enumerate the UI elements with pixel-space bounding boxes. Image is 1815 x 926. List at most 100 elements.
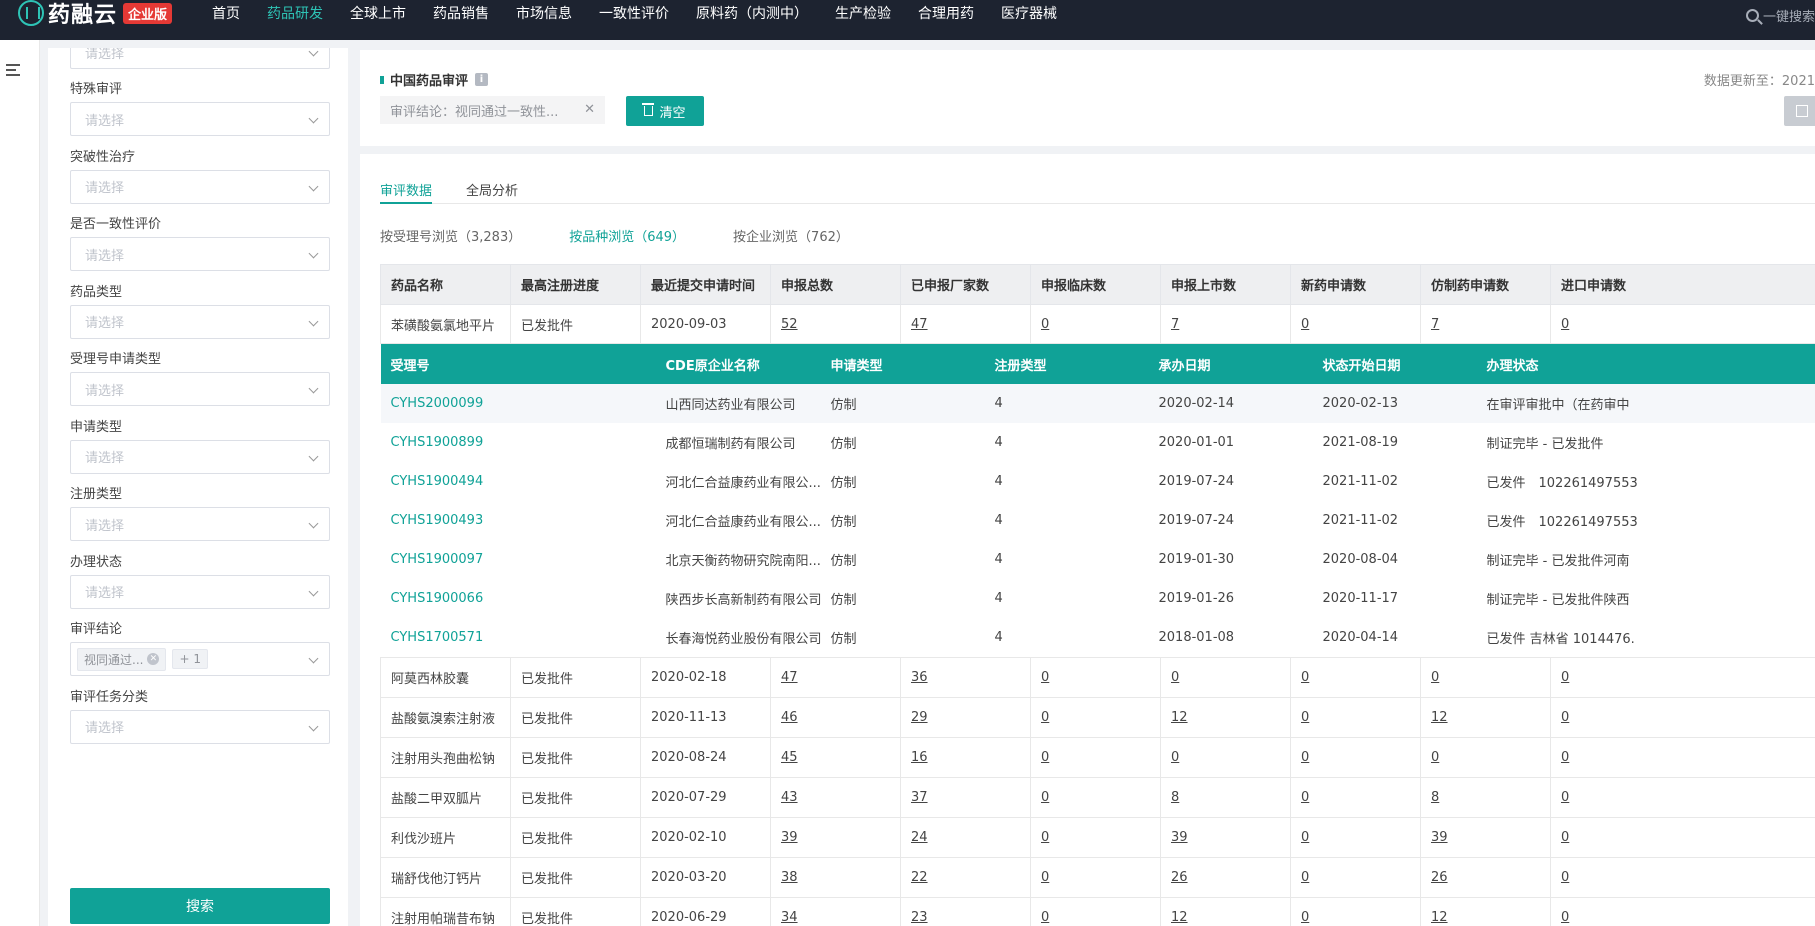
count-link[interactable]: 0 (1561, 830, 1569, 845)
count-link[interactable]: 0 (1301, 670, 1309, 685)
brand-logo[interactable]: 药融云 企业版 (18, 0, 173, 33)
filter-select[interactable]: 请选择 (70, 439, 330, 474)
remove-tag-icon[interactable]: ✕ (147, 653, 160, 665)
count-link[interactable]: 47 (781, 670, 798, 685)
count-link[interactable]: 36 (911, 670, 928, 685)
count-link[interactable]: 0 (1561, 790, 1569, 805)
count-link[interactable]: 45 (781, 750, 798, 765)
filter-select[interactable]: 视同通过... ✕ + 1 (70, 642, 330, 676)
column-header[interactable]: 新药申请数 (1290, 264, 1421, 305)
count-link[interactable]: 16 (911, 750, 928, 765)
filter-select[interactable]: 请选择 (70, 169, 330, 204)
count-link[interactable]: 37 (911, 790, 928, 805)
count-link[interactable]: 0 (1041, 870, 1049, 885)
count-link[interactable]: 0 (1041, 910, 1049, 925)
count-link[interactable]: 39 (1431, 830, 1448, 845)
tab[interactable]: 全局分析 (466, 180, 518, 204)
count-link[interactable]: 0 (1561, 750, 1569, 765)
count-link[interactable]: 23 (911, 910, 928, 925)
column-header[interactable]: 已申报厂家数 (900, 264, 1031, 305)
count-link[interactable]: 0 (1431, 670, 1439, 685)
count-link[interactable]: 12 (1431, 710, 1448, 725)
global-search[interactable]: 一键搜索 (1745, 6, 1815, 25)
browse-mode-tab[interactable]: 按品种浏览（649） (569, 226, 685, 245)
count-link[interactable]: 46 (781, 710, 798, 725)
tab[interactable]: 审评数据 (380, 180, 433, 204)
search-button[interactable]: 搜索 (70, 888, 330, 924)
table-row[interactable]: 利伐沙班片 已发批件 2020-02-10 39 24 0 39 0 39 0 (380, 817, 1815, 858)
table-row[interactable]: 注射用头孢曲松钠 已发批件 2020-08-24 45 16 0 0 0 0 0 (380, 737, 1815, 778)
count-link[interactable]: 0 (1301, 790, 1309, 805)
nav-item[interactable]: 一致性评价 (599, 3, 669, 23)
detail-row[interactable]: CYHS1700571 长春海悦药业股份有限公司 仿制 4 2018-01-08 2020… (380, 618, 1815, 657)
count-link[interactable]: 0 (1431, 750, 1439, 765)
count-link[interactable]: 29 (911, 710, 928, 725)
count-link[interactable]: 34 (781, 910, 798, 925)
count-link[interactable]: 22 (911, 870, 928, 885)
count-link[interactable]: 0 (1041, 317, 1049, 332)
table-row[interactable]: 阿莫西林胶囊 已发批件 2020-02-18 47 36 0 0 0 0 0 (380, 657, 1815, 698)
count-link[interactable]: 0 (1301, 870, 1309, 885)
table-row[interactable]: 注射用帕瑞昔布钠 已发批件 2020-06-29 34 23 0 12 0 12 0 (380, 897, 1815, 926)
column-header[interactable]: 申报总数 (770, 264, 901, 305)
column-header[interactable]: 进口申请数 (1550, 264, 1815, 305)
table-row[interactable]: 苯磺酸氨氯地平片 已发批件 2020-09-03 52 47 0 7 0 7 0 (380, 304, 1815, 344)
detail-row[interactable]: CYHS1900494 河北仁合益康药业有限公... 仿制 4 2019-07-24 20… (380, 462, 1815, 501)
acceptance-number-link[interactable]: CYHS1900097 (380, 540, 656, 579)
count-link[interactable]: 26 (1171, 870, 1188, 885)
column-header[interactable]: 最近提交申请时间 (640, 264, 771, 305)
count-link[interactable]: 0 (1041, 790, 1049, 805)
table-row[interactable]: 瑞舒伐他汀钙片 已发批件 2020-03-20 38 22 0 26 0 26 0 (380, 857, 1815, 898)
acceptance-number-link[interactable]: CYHS1900899 (380, 423, 656, 462)
acceptance-number-link[interactable]: CYHS1900493 (380, 501, 656, 540)
nav-item[interactable]: 生产检验 (835, 3, 891, 23)
column-header[interactable]: 申报上市数 (1160, 264, 1291, 305)
browse-mode-tab[interactable]: 按受理号浏览（3,283） (380, 226, 521, 245)
count-link[interactable]: 38 (781, 870, 798, 885)
count-link[interactable]: 0 (1041, 750, 1049, 765)
nav-item[interactable]: 首页 (212, 3, 240, 23)
detail-row[interactable]: CYHS1900097 北京天衡药物研究院南阳... 仿制 4 2019-01-30 20… (380, 540, 1815, 579)
close-icon[interactable]: ✕ (584, 102, 595, 117)
nav-item[interactable]: 全球上市 (350, 3, 406, 23)
info-icon[interactable]: i (475, 73, 489, 86)
count-link[interactable]: 39 (1171, 830, 1188, 845)
count-link[interactable]: 39 (781, 830, 798, 845)
count-link[interactable]: 24 (911, 830, 928, 845)
column-header[interactable]: 药品名称 (380, 264, 511, 305)
acceptance-number-link[interactable]: CYHS1900066 (380, 579, 656, 618)
filter-select[interactable]: 请选择 (70, 102, 330, 136)
clear-button[interactable]: 清空 (626, 96, 704, 126)
acceptance-number-link[interactable]: CYHS2000099 (380, 384, 656, 423)
nav-item[interactable]: 医疗器械 (1001, 3, 1057, 23)
acceptance-number-link[interactable]: CYHS1900494 (380, 462, 656, 501)
column-header[interactable]: 仿制药申请数 (1420, 264, 1551, 305)
filter-select-top[interactable]: 请选择 (70, 48, 330, 69)
nav-item[interactable]: 药品研发 (267, 3, 323, 23)
count-link[interactable]: 0 (1171, 670, 1179, 685)
count-link[interactable]: 0 (1561, 317, 1569, 332)
column-header[interactable]: 最高注册进度 (510, 264, 641, 305)
menu-toggle-icon[interactable] (6, 64, 20, 76)
count-link[interactable]: 8 (1171, 790, 1179, 805)
table-row[interactable]: 盐酸二甲双胍片 已发批件 2020-07-29 43 37 0 8 0 8 0 (380, 777, 1815, 818)
filter-select[interactable]: 请选择 (70, 574, 330, 609)
acceptance-number-link[interactable]: CYHS1700571 (380, 618, 656, 657)
nav-item[interactable]: 市场信息 (516, 3, 572, 23)
filter-select[interactable]: 请选择 (70, 709, 330, 744)
count-link[interactable]: 0 (1301, 317, 1309, 332)
count-link[interactable]: 7 (1171, 317, 1179, 332)
filter-select[interactable]: 请选择 (70, 507, 330, 541)
detail-row[interactable]: CYHS1900493 河北仁合益康药业有限公... 仿制 4 2019-07-24 20… (380, 501, 1815, 540)
count-link[interactable]: 12 (1171, 710, 1188, 725)
count-link[interactable]: 0 (1301, 750, 1309, 765)
detail-row[interactable]: CYHS1900066 陕西步长高新制药有限公司 仿制 4 2019-01-26 2020… (380, 579, 1815, 618)
detail-row[interactable]: CYHS2000099 山西同达药业有限公司 仿制 4 2020-02-14 2020-0… (380, 384, 1815, 423)
count-link[interactable]: 26 (1431, 870, 1448, 885)
count-link[interactable]: 12 (1431, 910, 1448, 925)
count-link[interactable]: 0 (1041, 830, 1049, 845)
count-link[interactable]: 52 (781, 317, 798, 332)
count-link[interactable]: 0 (1301, 910, 1309, 925)
nav-item[interactable]: 原料药（内测中） (696, 3, 808, 23)
count-link[interactable]: 12 (1171, 910, 1188, 925)
